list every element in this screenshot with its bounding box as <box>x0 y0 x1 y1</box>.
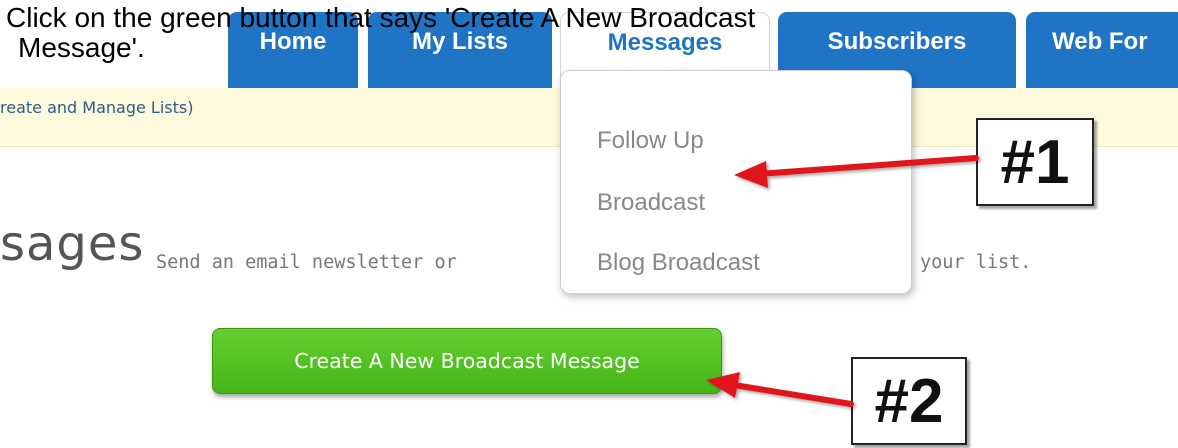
arrow-1-icon <box>734 155 979 188</box>
arrow-2-icon <box>706 372 854 407</box>
instruction-line-1: Click on the green button that says 'Cre… <box>6 2 756 33</box>
annotation-arrows <box>706 155 979 407</box>
instruction-line-2: Message'. <box>18 32 145 63</box>
instruction-caption: Click on the green button that says 'Cre… <box>6 3 766 63</box>
